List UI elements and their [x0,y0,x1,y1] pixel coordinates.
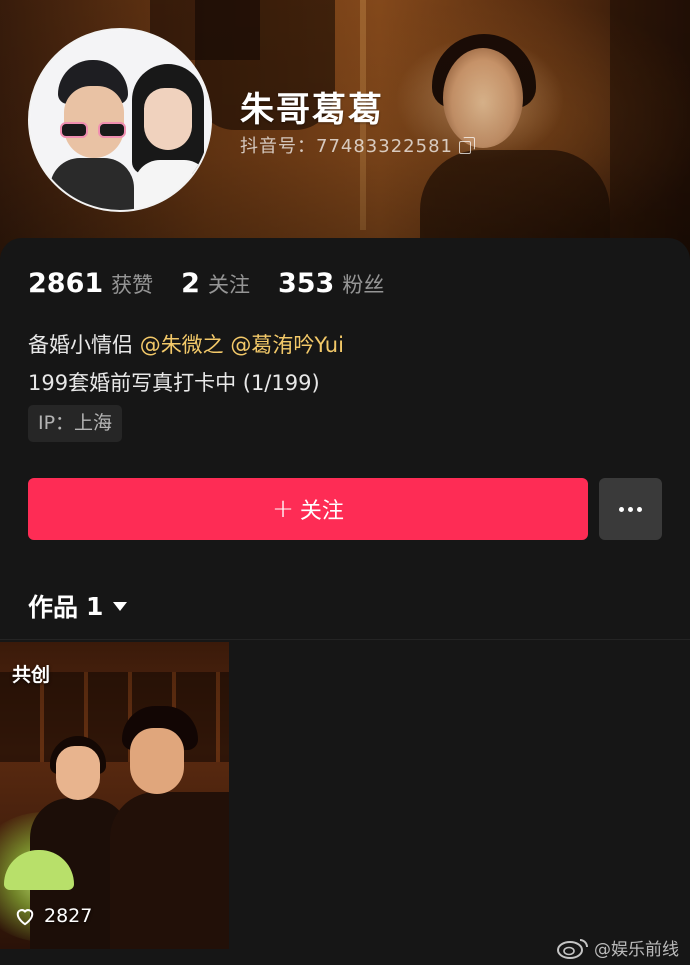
stat-label: 粉丝 [342,273,385,297]
stats-row: 2861 获赞 2 关注 353 粉丝 [28,268,384,299]
avatar[interactable] [28,28,212,212]
profile-bio: 备婚小情侣 @朱微之 @葛洧吟Yui 199套婚前写真打卡中 (1/199) [28,326,344,402]
follow-button[interactable]: + 关注 [28,478,588,540]
follow-label: 关注 [299,499,344,524]
tab-works[interactable]: 作品 1 [28,588,128,624]
stat-value: 2 [181,268,200,299]
stat-following[interactable]: 2 关注 [181,268,250,299]
co-creation-badge: 共创 [12,664,51,686]
mention-link[interactable]: @朱微之 [140,333,224,357]
mention-link[interactable]: @葛洧吟Yui [230,333,344,357]
bio-line-2: 199套婚前写真打卡中 (1/199) [28,371,320,395]
copy-icon[interactable] [458,137,475,154]
stat-label: 关注 [207,273,250,297]
stat-likes[interactable]: 2861 获赞 [28,268,153,299]
profile-card: 2861 获赞 2 关注 353 粉丝 备婚小情侣 @朱微之 @葛洧吟Yui 1… [0,238,690,965]
stat-label: 获赞 [111,273,154,297]
caret-down-icon [113,601,128,611]
bio-line-1: 备婚小情侣 @朱微之 @葛洧吟Yui [28,326,344,364]
douyin-id-text: 抖音号：77483322581 [240,136,453,157]
likes-count: 2827 [44,905,93,927]
works-tab-label: 作品 [28,593,79,622]
works-count: 1 [86,591,104,621]
plus-icon: + [272,494,294,524]
video-likes: 2827 [14,905,92,927]
stat-value: 353 [277,268,335,299]
weibo-icon [557,938,588,959]
douyin-id[interactable]: 抖音号：77483322581 [240,132,475,158]
watermark-text: @娱乐前线 [594,940,679,960]
divider [0,639,690,640]
more-options-button[interactable] [599,478,662,540]
stat-followers[interactable]: 353 粉丝 [278,268,384,299]
heart-icon [16,909,34,926]
video-tile[interactable]: 共创 2827 [0,642,229,949]
stat-value: 2861 [28,268,104,299]
ip-location-tag: IP：上海 [28,405,123,442]
bio-prefix: 备婚小情侣 [28,333,140,357]
watermark: @娱乐前线 [556,935,679,960]
more-dots-icon [619,506,642,512]
profile-nickname: 朱哥葛葛 [240,90,384,130]
